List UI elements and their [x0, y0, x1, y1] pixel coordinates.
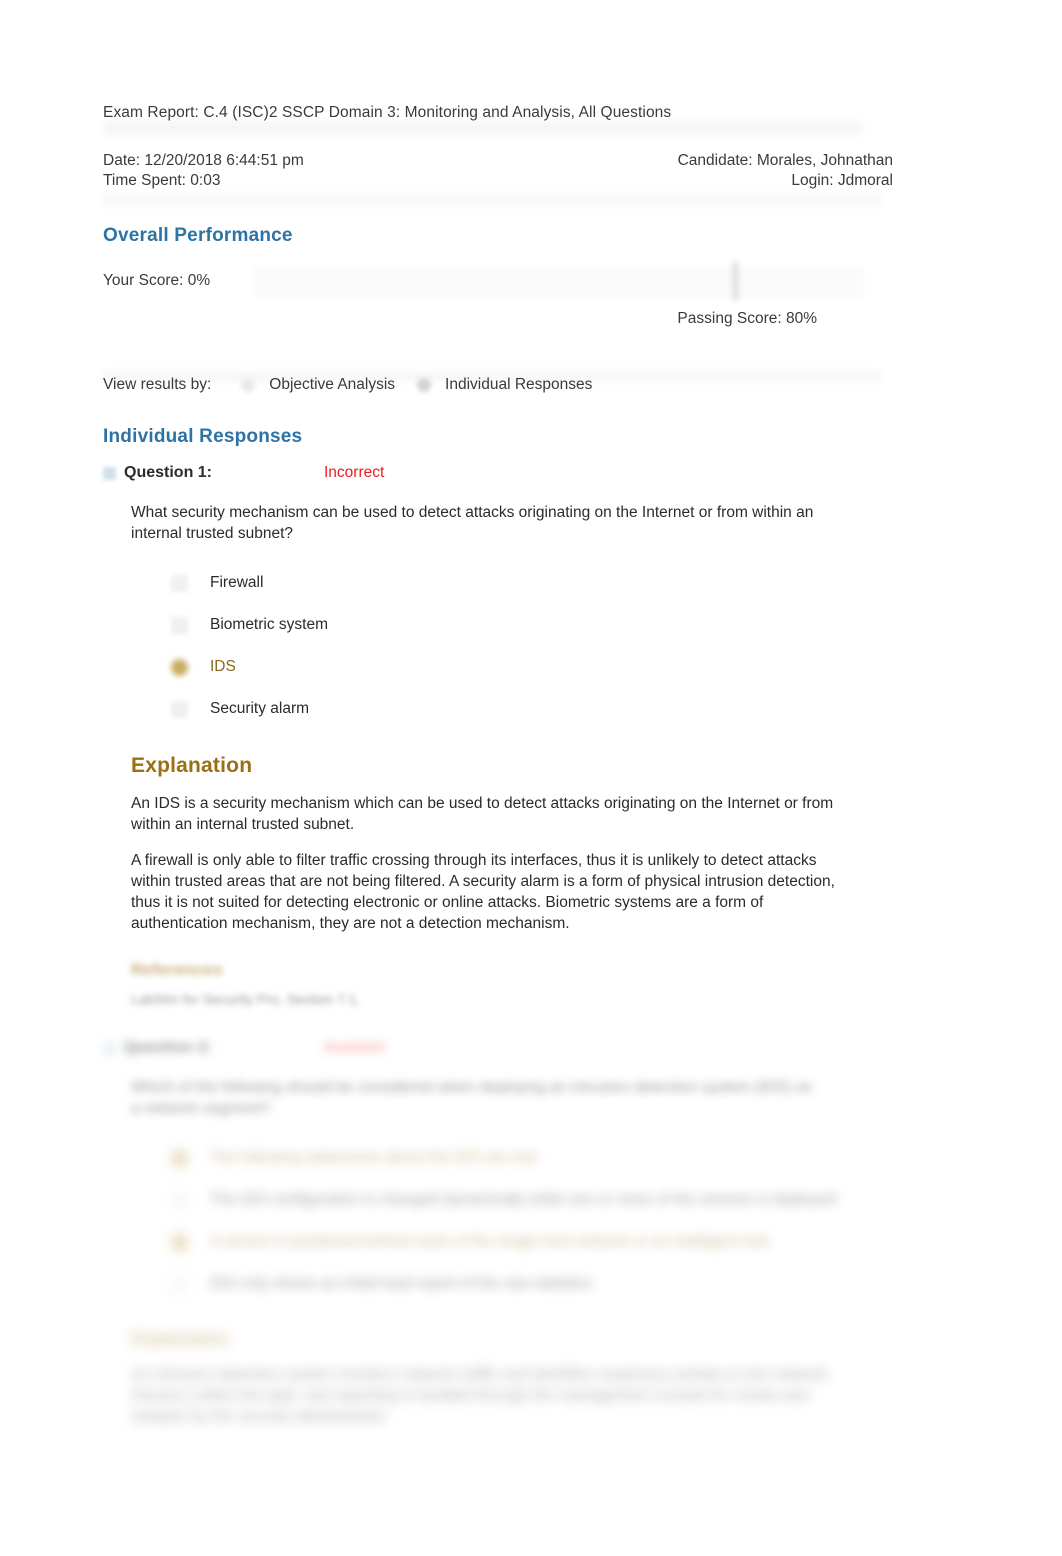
answer-label: Biometric system	[210, 616, 328, 634]
answer-label: Firewall	[210, 574, 264, 592]
answer-label: IDS only shows an initial load report of…	[210, 1275, 593, 1293]
question-block: Question 2: Incorrect Which of the follo…	[103, 1035, 893, 1427]
answer-option[interactable]: Firewall	[171, 562, 893, 604]
answer-label: IDS	[210, 658, 236, 676]
radio-button-icon[interactable]	[241, 378, 256, 393]
answer-options: The following statements about the IDS a…	[171, 1137, 893, 1305]
answer-option-correct[interactable]: IDS	[171, 646, 893, 688]
explanation-paragraph: An intrusion detection system monitors n…	[131, 1366, 832, 1426]
individual-responses-heading: Individual Responses	[103, 426, 303, 448]
answer-option[interactable]: IDS only shows an initial load report of…	[171, 1263, 893, 1305]
passing-score-marker	[732, 262, 740, 301]
radio-individual-responses-label: Individual Responses	[445, 376, 593, 394]
meta-row-time: Time Spent: 0:03 Login: Jdmoral	[103, 171, 893, 191]
question-header[interactable]: Question 2: Incorrect	[103, 1035, 893, 1061]
expand-collapse-icon[interactable]	[103, 1041, 116, 1055]
report-meta: Date: 12/20/2018 6:44:51 pm Candidate: M…	[103, 151, 893, 191]
question-block: Question 1: Incorrect What security mech…	[103, 460, 893, 1009]
answer-label: A sensor is positioned behind each of th…	[210, 1233, 770, 1251]
references-heading: References	[131, 960, 223, 980]
explanation-heading: Explanation	[131, 1329, 230, 1349]
answer-marker-correct-icon[interactable]	[171, 658, 188, 676]
answer-option-correct[interactable]: The following statements about the IDS a…	[171, 1137, 893, 1179]
answer-marker-correct-icon[interactable]	[171, 1233, 188, 1251]
view-results-by-label: View results by:	[103, 376, 212, 394]
question-label: Question 1:	[124, 464, 213, 482]
page-title: Exam Report: C.4 (ISC)2 SSCP Domain 3: M…	[103, 104, 672, 121]
answer-label: The IDS configuration is changed dynamic…	[210, 1191, 837, 1209]
passing-score-label: Passing Score: 80%	[677, 310, 817, 328]
your-score-label: Your Score: 0%	[103, 272, 211, 290]
answer-option[interactable]: The IDS configuration is changed dynamic…	[171, 1179, 893, 1221]
question-text: Which of the following should be conside…	[131, 1079, 813, 1118]
score-row: Your Score: 0%	[103, 262, 893, 301]
score-bar	[254, 262, 864, 301]
answer-marker-icon[interactable]	[171, 616, 188, 634]
answer-option[interactable]: Biometric system	[171, 604, 893, 646]
radio-individual-responses[interactable]: Individual Responses	[417, 376, 592, 394]
report-time-spent: Time Spent: 0:03	[103, 172, 221, 190]
radio-objective-analysis-label: Objective Analysis	[269, 376, 396, 394]
answer-marker-icon[interactable]	[171, 1191, 188, 1209]
overall-performance-heading: Overall Performance	[103, 225, 293, 247]
radio-objective-analysis[interactable]: Objective Analysis	[241, 376, 395, 394]
radio-button-selected-icon[interactable]	[417, 378, 432, 393]
answer-option-correct[interactable]: A sensor is positioned behind each of th…	[171, 1221, 893, 1263]
view-results-by-row: View results by: Objective Analysis Indi…	[103, 372, 893, 398]
question-body: Which of the following should be conside…	[131, 1077, 893, 1427]
report-date: Date: 12/20/2018 6:44:51 pm	[103, 152, 304, 170]
status-badge: Incorrect	[324, 464, 385, 482]
meta-row-date: Date: 12/20/2018 6:44:51 pm Candidate: M…	[103, 151, 893, 171]
report-login: Login: Jdmoral	[791, 172, 893, 190]
answer-marker-icon[interactable]	[171, 700, 188, 718]
explanation-paragraph: An IDS is a security mechanism which can…	[131, 795, 834, 834]
explanation-heading: Explanation	[131, 754, 253, 778]
exam-report-page: Exam Report: C.4 (ISC)2 SSCP Domain 3: M…	[103, 0, 893, 1427]
question-header[interactable]: Question 1: Incorrect	[103, 460, 893, 486]
answer-marker-correct-icon[interactable]	[171, 1149, 188, 1167]
references-text: LabSim for Security Pro, Section 7.1.	[131, 991, 361, 1008]
explanation-paragraph: A firewall is only able to filter traffi…	[131, 852, 835, 933]
question-text: What security mechanism can be used to d…	[131, 504, 814, 543]
answer-label: Security alarm	[210, 700, 310, 718]
answer-marker-icon[interactable]	[171, 1275, 188, 1293]
score-bar-track	[254, 268, 864, 297]
answer-label: The following statements about the IDS a…	[210, 1149, 539, 1167]
expand-collapse-icon[interactable]	[103, 466, 116, 480]
status-badge: Incorrect	[324, 1039, 385, 1057]
answer-option[interactable]: Security alarm	[171, 688, 893, 730]
question-body: What security mechanism can be used to d…	[131, 502, 893, 1009]
report-candidate: Candidate: Morales, Johnathan	[677, 152, 893, 170]
answer-options: Firewall Biometric system IDS Security a…	[171, 562, 893, 730]
answer-marker-icon[interactable]	[171, 574, 188, 592]
question-label: Question 2:	[124, 1039, 213, 1057]
